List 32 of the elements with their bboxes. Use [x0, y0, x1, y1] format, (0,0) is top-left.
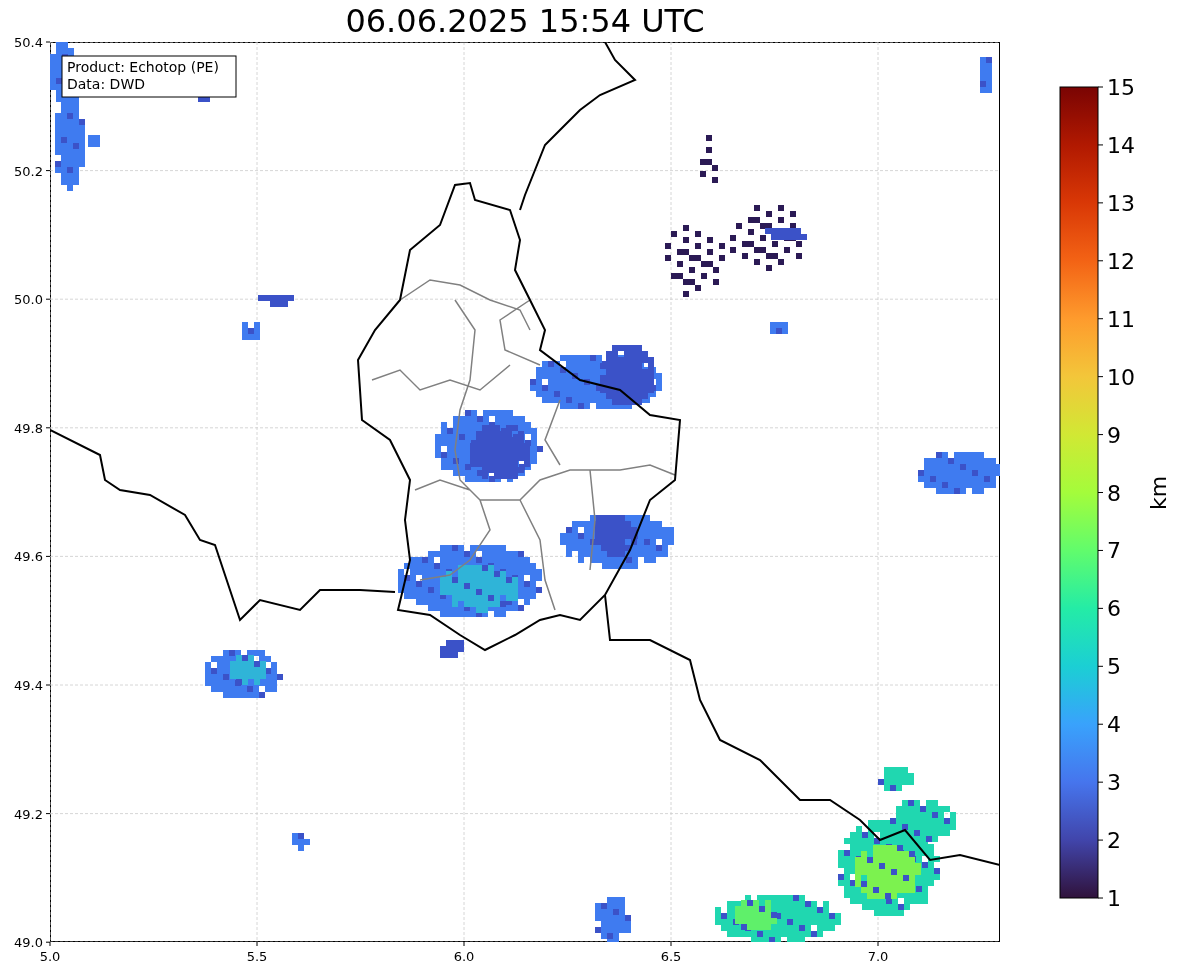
legend-text: Product: Echotop (PE) — [67, 59, 219, 75]
colorbar-tick-label: 1 — [1107, 886, 1121, 911]
colorbar-tick-label: 7 — [1107, 538, 1121, 564]
x-tick-label: 5.0 — [39, 949, 61, 964]
y-tick-label: 50.2 — [14, 163, 43, 179]
colorbar-tick-label: 12 — [1107, 248, 1135, 274]
y-tick-label: 49.8 — [14, 420, 43, 436]
colorbar-tick-label: 9 — [1107, 422, 1121, 448]
chart-title: 06.06.2025 15:54 UTC — [345, 5, 705, 37]
colorbar-tick-label: 15 — [1107, 75, 1135, 100]
colorbar-tick-label: 3 — [1107, 770, 1121, 796]
x-tick-label: 5.5 — [246, 949, 268, 964]
y-tick-label: 49.0 — [14, 935, 43, 951]
x-tick-label: 6.0 — [453, 949, 475, 964]
x-tick-label: 6.5 — [660, 949, 682, 964]
colorbar-tick-label: 8 — [1107, 480, 1121, 506]
colorbar-tick-label: 11 — [1107, 306, 1135, 332]
colorbar-tick-label: 5 — [1107, 654, 1121, 680]
y-tick-label: 50.0 — [14, 292, 43, 308]
colorbar-tick-label: 14 — [1107, 132, 1135, 158]
colorbar-tick-label: 6 — [1107, 596, 1121, 622]
y-tick-label: 49.4 — [14, 678, 43, 693]
colorbar-tick-label: 4 — [1107, 712, 1121, 738]
colorbar-tick-label: 2 — [1107, 828, 1121, 854]
colorbar-label: km — [1146, 475, 1171, 511]
y-tick-label: 49.6 — [14, 549, 43, 565]
x-tick-label: 7.0 — [867, 949, 889, 964]
legend-text: Data: DWD — [67, 76, 145, 92]
y-tick-label: 50.4 — [14, 35, 43, 50]
colorbar-tick-label: 10 — [1107, 364, 1135, 390]
y-tick-label: 49.2 — [14, 806, 43, 822]
colorbar-tick-label: 13 — [1107, 190, 1135, 216]
